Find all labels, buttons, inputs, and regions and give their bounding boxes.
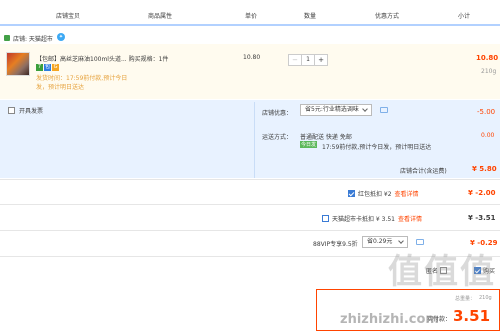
shipping-method: 普通配送 快递 免邮 <box>300 134 352 141</box>
chevron-down-icon <box>398 238 404 244</box>
red-packet-details-link[interactable]: 查看详情 <box>395 189 419 198</box>
total-weight-label: 总重量： <box>455 296 476 302</box>
decrement-button[interactable]: − <box>289 55 301 65</box>
col-shop-item: 店铺宝贝 <box>56 13 81 20</box>
increment-button[interactable]: + <box>315 55 327 65</box>
header-divider <box>0 24 500 26</box>
service-tag-icon: 7 <box>36 64 43 71</box>
red-packet-option[interactable]: 红包抵扣 ¥2 查看详情 <box>348 189 419 198</box>
panel-divider <box>254 102 255 178</box>
shop-discount-label: 店铺优惠： <box>262 110 293 117</box>
tmall-card-label: 天猫超市卡抵扣 ¥ 3.51 <box>332 216 395 223</box>
invoice-option[interactable]: 开具发票 <box>8 106 43 115</box>
same-day-badge: 今日发 <box>300 141 318 148</box>
item-weight: 210g <box>481 68 497 75</box>
red-packet-label: 红包抵扣 ¥2 <box>358 191 392 198</box>
product-thumbnail[interactable] <box>6 52 30 76</box>
red-packet-checkbox[interactable] <box>348 190 355 197</box>
divider <box>0 179 500 180</box>
shop-total-amount: ¥ 5.80 <box>472 165 497 173</box>
invoice-checkbox[interactable] <box>8 107 15 114</box>
shop-discount-amount: -5.00 <box>477 108 496 116</box>
shop-name[interactable]: 店铺: 天猫超市 <box>13 34 53 43</box>
col-subtotal: 小计 <box>458 13 471 20</box>
delivery-info: 发货时间：17:59前付款,预计今日 <box>36 75 128 82</box>
cart-item: 【包邮】高丝芝麻油100ml头道... 购买规格：1件 7包G 发货时间：17:… <box>0 44 500 99</box>
shop-total-label: 店铺合计(含运费) <box>400 168 447 175</box>
col-attributes: 商品属性 <box>148 13 173 20</box>
shop-discount-select[interactable]: 省5元:行业精选调味 <box>300 104 372 116</box>
invoice-label: 开具发票 <box>19 108 44 115</box>
delivery-info-2: 发，预计明日送达 <box>36 84 85 91</box>
col-quantity: 数量 <box>304 13 317 20</box>
tmall-card-option[interactable]: 天猫超市卡抵扣 ¥ 3.51 查看详情 <box>322 214 422 223</box>
service-tag-icon: 包 <box>44 64 51 71</box>
watermark-text: zhizhizhi.com <box>340 312 439 327</box>
col-unit-price: 单价 <box>245 13 258 20</box>
item-subtotal: 10.80 <box>476 54 499 62</box>
quantity-value[interactable]: 1 <box>301 55 315 65</box>
unit-price: 10.80 <box>243 54 261 61</box>
tmall-card-checkbox[interactable] <box>322 215 329 222</box>
shop-icon <box>4 35 10 41</box>
tmall-card-amount: ¥ -3.51 <box>468 214 496 222</box>
tmall-card-details-link[interactable]: 查看详情 <box>398 214 422 223</box>
chevron-down-icon <box>362 106 368 112</box>
comment-icon[interactable] <box>380 107 388 113</box>
shipping-amount: 0.00 <box>481 132 495 139</box>
total-weight: 210g <box>479 295 492 301</box>
watermark-logo: 值值值 <box>388 252 496 292</box>
pay-amount: 3.51 <box>453 307 491 325</box>
shipping-eta: 17:59前付款,预计今日发，预计明日送达 <box>322 144 432 151</box>
chat-icon[interactable]: ✦ <box>57 33 65 41</box>
shipping-label: 运送方式： <box>262 134 293 141</box>
product-title[interactable]: 【包邮】高丝芝麻油100ml头道... 购买规格：1件 <box>36 54 186 63</box>
service-tags: 7包G <box>36 63 60 71</box>
col-discount: 优惠方式 <box>375 13 400 20</box>
shop-discount-selected: 省5元:行业精选调味 <box>305 106 359 113</box>
divider <box>0 230 500 231</box>
service-tag-icon: G <box>52 64 59 71</box>
red-packet-amount: ¥ -2.00 <box>468 189 496 197</box>
divider <box>0 204 500 205</box>
quantity-stepper[interactable]: − 1 + <box>288 54 328 66</box>
vip-label: 88VIP专享9.5折 <box>313 241 358 248</box>
